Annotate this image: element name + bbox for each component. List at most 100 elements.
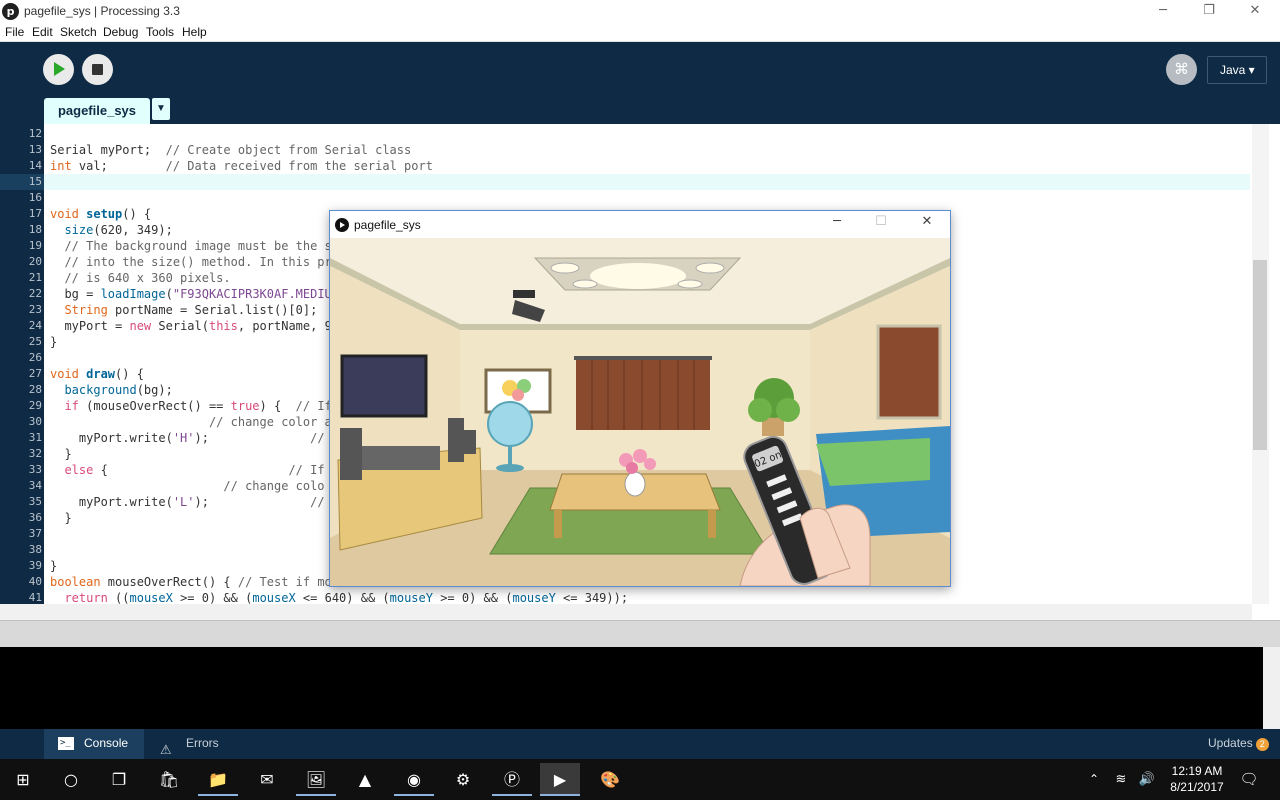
line-number: 27 [28,367,42,380]
play-icon [54,62,65,76]
network-icon[interactable]: ≋ [1110,763,1132,796]
windows-taskbar: ⊞ ○ ❐ 🛍 📁 ✉ 🖼 ▲ ◉ ⚙ Ⓟ ▶ 🎨 ⌃ ≋ 🔊 12:19 AM… [0,759,1280,800]
current-line-highlight [44,174,1250,190]
close-button[interactable]: ✕ [1232,0,1278,24]
code-line: // The background image must be the sa [50,239,339,253]
line-number: 32 [28,447,42,460]
sketch-minimize-button[interactable]: ─ [822,214,852,234]
chrome-icon[interactable]: ◉ [394,763,434,796]
mode-selector[interactable]: Java ▾ [1207,56,1267,84]
processing-run-icon [335,218,349,232]
line-number: 13 [28,143,42,156]
cortana-search-icon[interactable]: ○ [51,763,91,796]
settings-icon[interactable]: ⚙ [443,763,483,796]
line-number: 29 [28,399,42,412]
store-icon[interactable]: 🛍 [149,763,189,796]
stop-button[interactable] [82,54,113,85]
line-number: 22 [28,287,42,300]
sketch-close-button[interactable]: ✕ [912,214,942,234]
code-line: // change color and [50,415,347,429]
code-line: Serial myPort; // Create object from Ser… [50,143,412,157]
processing-icon[interactable]: Ⓟ [492,763,532,796]
code-line: String portName = Serial.list()[0]; [64,303,318,317]
line-number: 34 [28,479,42,492]
code-line: // into the size() method. In this pro [50,255,339,269]
line-number: 18 [28,223,42,236]
sketch-window[interactable]: pagefile_sys ─ ☐ ✕ 02 on [329,210,951,587]
footer-tabs: >_ Console ⚠ Errors Updates 2 [0,729,1280,759]
file-explorer-icon[interactable]: 📁 [198,763,238,796]
sketch-window-title: pagefile_sys [354,218,421,232]
debug-button[interactable]: ⌘ [1166,54,1197,85]
code-line: } [50,511,72,525]
code-line: myPort = new Serial(this, portName, 96 [50,319,340,333]
line-number: 30 [28,415,42,428]
action-center-icon[interactable]: 🗨 [1234,763,1264,796]
line-number: 12 [28,127,42,140]
scrollbar-thumb[interactable] [1253,260,1267,450]
system-clock[interactable]: 12:19 AM 8/21/2017 [1162,763,1232,795]
code-line: myPort.write('L'); // s [50,495,340,509]
menu-file[interactable]: File [5,25,24,39]
menu-sketch[interactable]: Sketch [60,25,97,39]
code-line: } [50,559,58,573]
clock-date: 8/21/2017 [1170,780,1224,794]
photos-icon[interactable]: 🖼 [296,763,336,796]
menu-edit[interactable]: Edit [32,25,53,39]
console-tab[interactable]: >_ Console [44,729,144,759]
console-scrollbar[interactable] [1263,647,1280,729]
windows-start-icon[interactable]: ⊞ [3,763,43,796]
line-number: 15 [28,175,42,188]
code-line: else { // If mo [64,463,347,477]
show-hidden-icons-icon[interactable]: ⌃ [1083,763,1105,796]
tab-menu-button[interactable]: ▼ [152,98,170,120]
code-line: int val; // Data received from the seria… [50,159,433,173]
code-line: } [50,335,58,349]
line-number: 24 [28,319,42,332]
line-number: 23 [28,303,42,316]
volume-icon[interactable]: 🔊 [1136,763,1158,796]
updates-button[interactable]: Updates 2 [1208,736,1269,751]
task-view-icon[interactable]: ❐ [99,763,139,796]
menu-help[interactable]: Help [182,25,207,39]
window-title: pagefile_sys | Processing 3.3 [24,4,180,18]
errors-tab-label: Errors [186,736,219,750]
minimize-button[interactable]: ─ [1140,0,1186,24]
code-line: return ((mouseX >= 0) && (mouseX <= 640)… [64,591,629,604]
editor-vertical-scrollbar[interactable] [1252,124,1269,604]
code-line: // change colo [50,479,325,493]
code-line: boolean mouseOverRect() { // Test if mou [50,575,340,589]
line-number: 21 [28,271,42,284]
tab-bar: pagefile_sys ▼ [0,98,1280,124]
editor-horizontal-scrollbar[interactable] [0,604,1252,620]
menu-tools[interactable]: Tools [146,25,174,39]
updates-count-badge: 2 [1255,738,1269,751]
code-line: bg = loadImage("F93QKACIPR3K0AF.MEDIUM [50,287,340,301]
status-bar [0,620,1280,647]
line-number: 17 [28,207,42,220]
processing-sketch-icon[interactable]: ▶ [540,763,580,796]
line-number: 16 [28,191,42,204]
console-tab-label: Console [84,736,129,750]
mail-icon[interactable]: ✉ [247,763,287,796]
living-room-illustration[interactable]: 02 on [330,238,950,586]
line-number: 40 [28,575,42,588]
line-number: 19 [28,239,42,252]
line-number: 35 [28,495,42,508]
debugger-icon: ⌘ [1174,60,1189,78]
console-output[interactable] [0,647,1280,729]
errors-tab[interactable]: ⚠ Errors [150,729,240,759]
maximize-button[interactable]: ❐ [1186,0,1232,24]
vlc-icon[interactable]: ▲ [345,763,385,796]
sketch-title-bar: pagefile_sys ─ ☐ ✕ [330,211,950,238]
updates-label: Updates [1208,736,1253,750]
code-line: size(620, 349); [64,223,173,237]
sketch-maximize-button[interactable]: ☐ [866,214,896,234]
processing-app-icon: p [2,3,19,20]
tab-pagefile-sys[interactable]: pagefile_sys [44,98,150,124]
paint-icon[interactable]: 🎨 [590,763,630,796]
menu-debug[interactable]: Debug [103,25,138,39]
clock-time: 12:19 AM [1171,764,1223,778]
line-number: 33 [28,463,42,476]
run-button[interactable] [43,54,74,85]
